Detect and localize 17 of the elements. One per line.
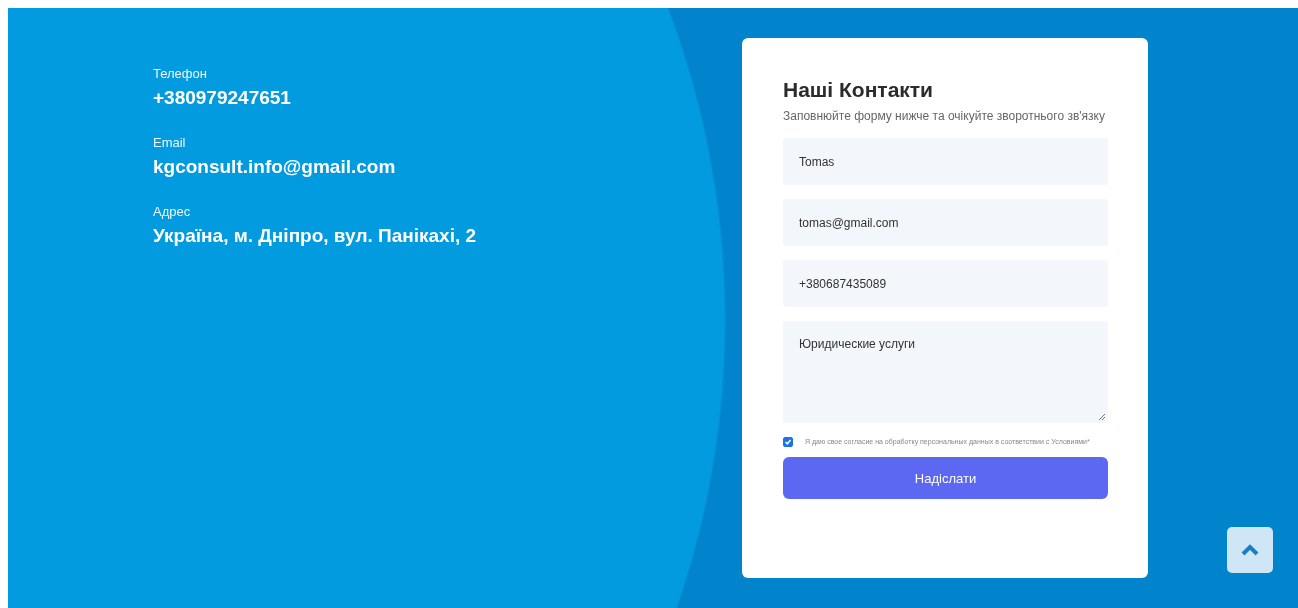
scroll-top-button[interactable] xyxy=(1227,527,1273,573)
input-field[interactable]: tomas@gmail.com xyxy=(783,199,1108,246)
input-field[interactable]: +380687435089 xyxy=(783,260,1108,307)
submit-button[interactable]: Надіслати xyxy=(783,457,1108,499)
chevron-up-icon xyxy=(1241,544,1259,556)
contact-label: Email xyxy=(153,135,187,150)
contact-label: Телефон xyxy=(153,66,208,81)
form-title: Наші Контакти xyxy=(783,78,934,102)
consent-checkbox[interactable] xyxy=(783,437,793,447)
contact-label: Адрес xyxy=(153,204,192,219)
contact-value: Україна, м. Дніпро, вул. Панікахі, 2 xyxy=(153,225,478,247)
message-field[interactable]: Юридические услуги xyxy=(783,321,1108,423)
resize-grip-icon[interactable] xyxy=(1098,413,1105,420)
input-field[interactable]: Tomas xyxy=(783,138,1108,185)
contact-value: kgconsult.info@gmail.com xyxy=(153,156,397,178)
contact-value: +380979247651 xyxy=(153,87,292,109)
form-subtitle: Заповнюйте форму нижче та очікуйте зворотнього зв'язку xyxy=(783,110,1106,123)
